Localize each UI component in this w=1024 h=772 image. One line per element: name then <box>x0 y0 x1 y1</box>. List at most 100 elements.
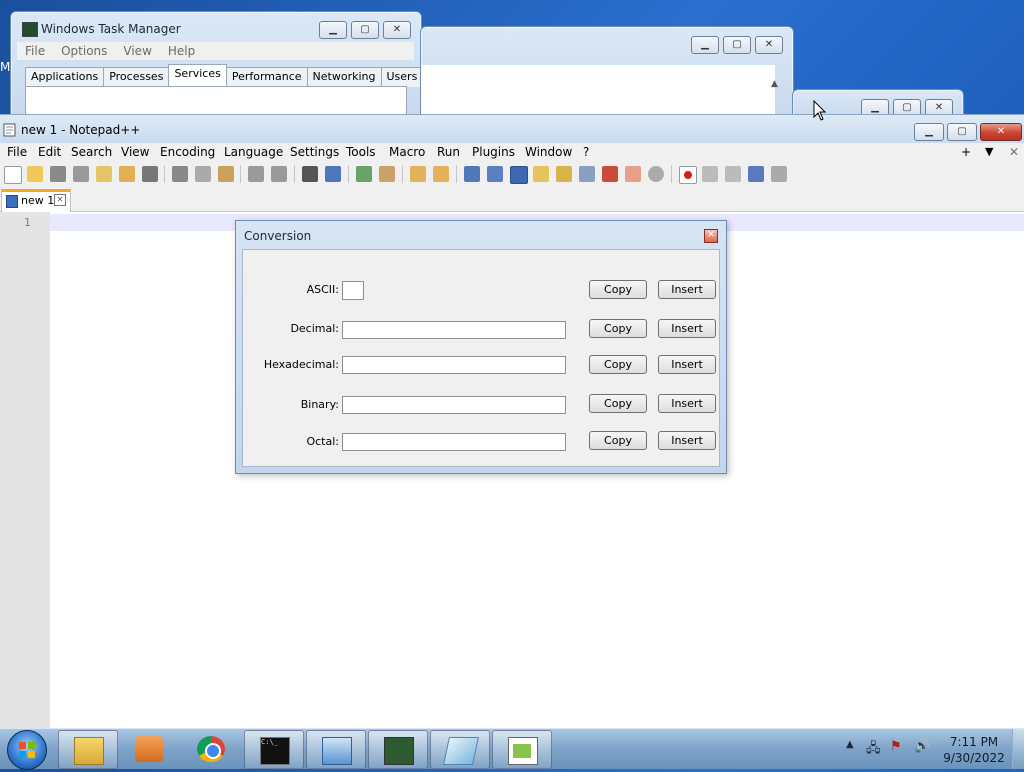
decimal-field[interactable] <box>342 321 566 339</box>
new-tab-button[interactable]: + <box>961 145 971 159</box>
show-desktop-button[interactable] <box>1012 729 1024 769</box>
binary-insert-button[interactable]: Insert <box>658 394 716 413</box>
tab-applications[interactable]: Applications <box>25 67 105 87</box>
close-button[interactable]: ✕ <box>383 21 411 39</box>
task-manager-window[interactable]: Windows Task Manager ▁ ▢ ✕ File Options … <box>10 11 424 128</box>
find-icon[interactable] <box>302 166 318 182</box>
maximize-button[interactable]: ▢ <box>723 36 751 54</box>
document-map-icon[interactable] <box>556 166 572 182</box>
menu-run[interactable]: Run <box>437 145 460 159</box>
decimal-copy-button[interactable]: Copy <box>589 319 647 338</box>
open-file-icon[interactable] <box>27 166 43 182</box>
taskbar-media-player[interactable] <box>120 730 178 767</box>
paste-icon[interactable] <box>218 166 234 182</box>
show-all-characters-icon[interactable] <box>487 166 503 182</box>
macro-record-icon[interactable] <box>679 166 697 184</box>
taskbar-notepad-plus-plus[interactable] <box>492 730 552 769</box>
menu-file[interactable]: File <box>17 42 53 60</box>
tab-services[interactable]: Services <box>168 64 227 87</box>
menu-settings[interactable]: Settings <box>290 145 339 159</box>
menu-tools[interactable]: Tools <box>346 145 376 159</box>
menu-file[interactable]: File <box>7 145 27 159</box>
language-icon[interactable] <box>533 166 549 182</box>
conversion-dialog[interactable]: Conversion ✕ ASCII: Copy Insert Decimal:… <box>235 220 727 474</box>
tab-networking[interactable]: Networking <box>306 67 382 87</box>
macro-play-icon[interactable] <box>725 166 741 182</box>
macro-stop-icon[interactable] <box>702 166 718 182</box>
close-icon[interactable]: ✕ <box>704 229 718 243</box>
maximize-button[interactable]: ▢ <box>947 123 977 141</box>
action-center-icon[interactable]: ⚑ <box>890 739 902 754</box>
menu-help[interactable]: ? <box>583 145 589 159</box>
menu-help[interactable]: Help <box>160 42 203 60</box>
menu-macro[interactable]: Macro <box>389 145 425 159</box>
hexadecimal-copy-button[interactable]: Copy <box>589 355 647 374</box>
minimize-button[interactable]: ▁ <box>319 21 347 39</box>
minimize-button[interactable]: ▁ <box>691 36 719 54</box>
print-icon[interactable] <box>142 166 158 182</box>
hexadecimal-insert-button[interactable]: Insert <box>658 355 716 374</box>
taskbar-notepad[interactable] <box>430 730 490 769</box>
show-hidden-icons-icon[interactable]: ▲ <box>846 739 854 750</box>
zoom-in-icon[interactable] <box>356 166 372 182</box>
close-button[interactable]: ✕ <box>755 36 783 54</box>
save-all-icon[interactable] <box>73 166 89 182</box>
hexadecimal-field[interactable] <box>342 356 566 374</box>
taskbar-windows-explorer[interactable] <box>58 730 118 769</box>
menu-language[interactable]: Language <box>224 145 283 159</box>
tab-new-1[interactable]: new 1 ✕ <box>1 189 71 213</box>
tab-performance[interactable]: Performance <box>225 67 308 87</box>
menu-encoding[interactable]: Encoding <box>160 145 215 159</box>
redo-icon[interactable] <box>271 166 287 182</box>
menu-view[interactable]: View <box>115 42 159 60</box>
close-tab-button[interactable]: ✕ <box>1009 145 1019 159</box>
save-icon[interactable] <box>50 166 66 182</box>
record-disabled-icon[interactable] <box>648 166 664 182</box>
close-all-icon[interactable] <box>119 166 135 182</box>
binary-copy-button[interactable]: Copy <box>589 394 647 413</box>
word-wrap-icon[interactable] <box>464 166 480 182</box>
tab-users[interactable]: Users <box>380 67 424 87</box>
background-window[interactable]: ▁ ▢ ✕ ▲ <box>420 26 794 125</box>
octal-field[interactable] <box>342 433 566 451</box>
menu-search[interactable]: Search <box>71 145 112 159</box>
menu-view[interactable]: View <box>121 145 149 159</box>
taskbar-control-panel[interactable] <box>306 730 366 769</box>
sync-vertical-icon[interactable] <box>410 166 426 182</box>
network-icon[interactable]: 🖧 <box>866 739 881 761</box>
folder-as-workspace-icon[interactable] <box>602 166 618 182</box>
ascii-insert-button[interactable]: Insert <box>658 280 716 299</box>
cut-icon[interactable] <box>172 166 188 182</box>
start-button[interactable] <box>7 730 47 770</box>
tab-list-button[interactable]: ▼ <box>985 145 993 158</box>
octal-copy-button[interactable]: Copy <box>589 431 647 450</box>
tab-processes[interactable]: Processes <box>103 67 170 87</box>
menu-plugins[interactable]: Plugins <box>472 145 515 159</box>
menu-edit[interactable]: Edit <box>38 145 61 159</box>
minimize-button[interactable]: ▁ <box>914 123 944 141</box>
replace-icon[interactable] <box>325 166 341 182</box>
decimal-insert-button[interactable]: Insert <box>658 319 716 338</box>
scroll-up-icon[interactable]: ▲ <box>771 79 778 89</box>
taskbar-task-manager[interactable] <box>368 730 428 769</box>
maximize-button[interactable]: ▢ <box>351 21 379 39</box>
menu-options[interactable]: Options <box>53 42 115 60</box>
zoom-out-icon[interactable] <box>379 166 395 182</box>
clock[interactable]: 7:11 PM 9/30/2022 <box>942 734 1006 766</box>
binary-field[interactable] <box>342 396 566 414</box>
undo-icon[interactable] <box>248 166 264 182</box>
new-file-icon[interactable] <box>4 166 22 184</box>
close-tab-icon[interactable]: ✕ <box>54 194 66 206</box>
taskbar-chrome[interactable] <box>182 730 240 767</box>
taskbar-cmd[interactable]: C:\_ <box>244 730 304 769</box>
indent-guide-icon[interactable] <box>510 166 528 184</box>
close-file-icon[interactable] <box>96 166 112 182</box>
title-bar[interactable]: new 1 - Notepad++ ▁ ▢ ✕ <box>0 114 1024 143</box>
macro-run-multiple-icon[interactable] <box>748 166 764 182</box>
ascii-copy-button[interactable]: Copy <box>589 280 647 299</box>
monitoring-icon[interactable] <box>625 166 641 182</box>
menu-window[interactable]: Window <box>525 145 572 159</box>
sync-horizontal-icon[interactable] <box>433 166 449 182</box>
close-button[interactable]: ✕ <box>980 123 1022 141</box>
function-list-icon[interactable] <box>579 166 595 182</box>
